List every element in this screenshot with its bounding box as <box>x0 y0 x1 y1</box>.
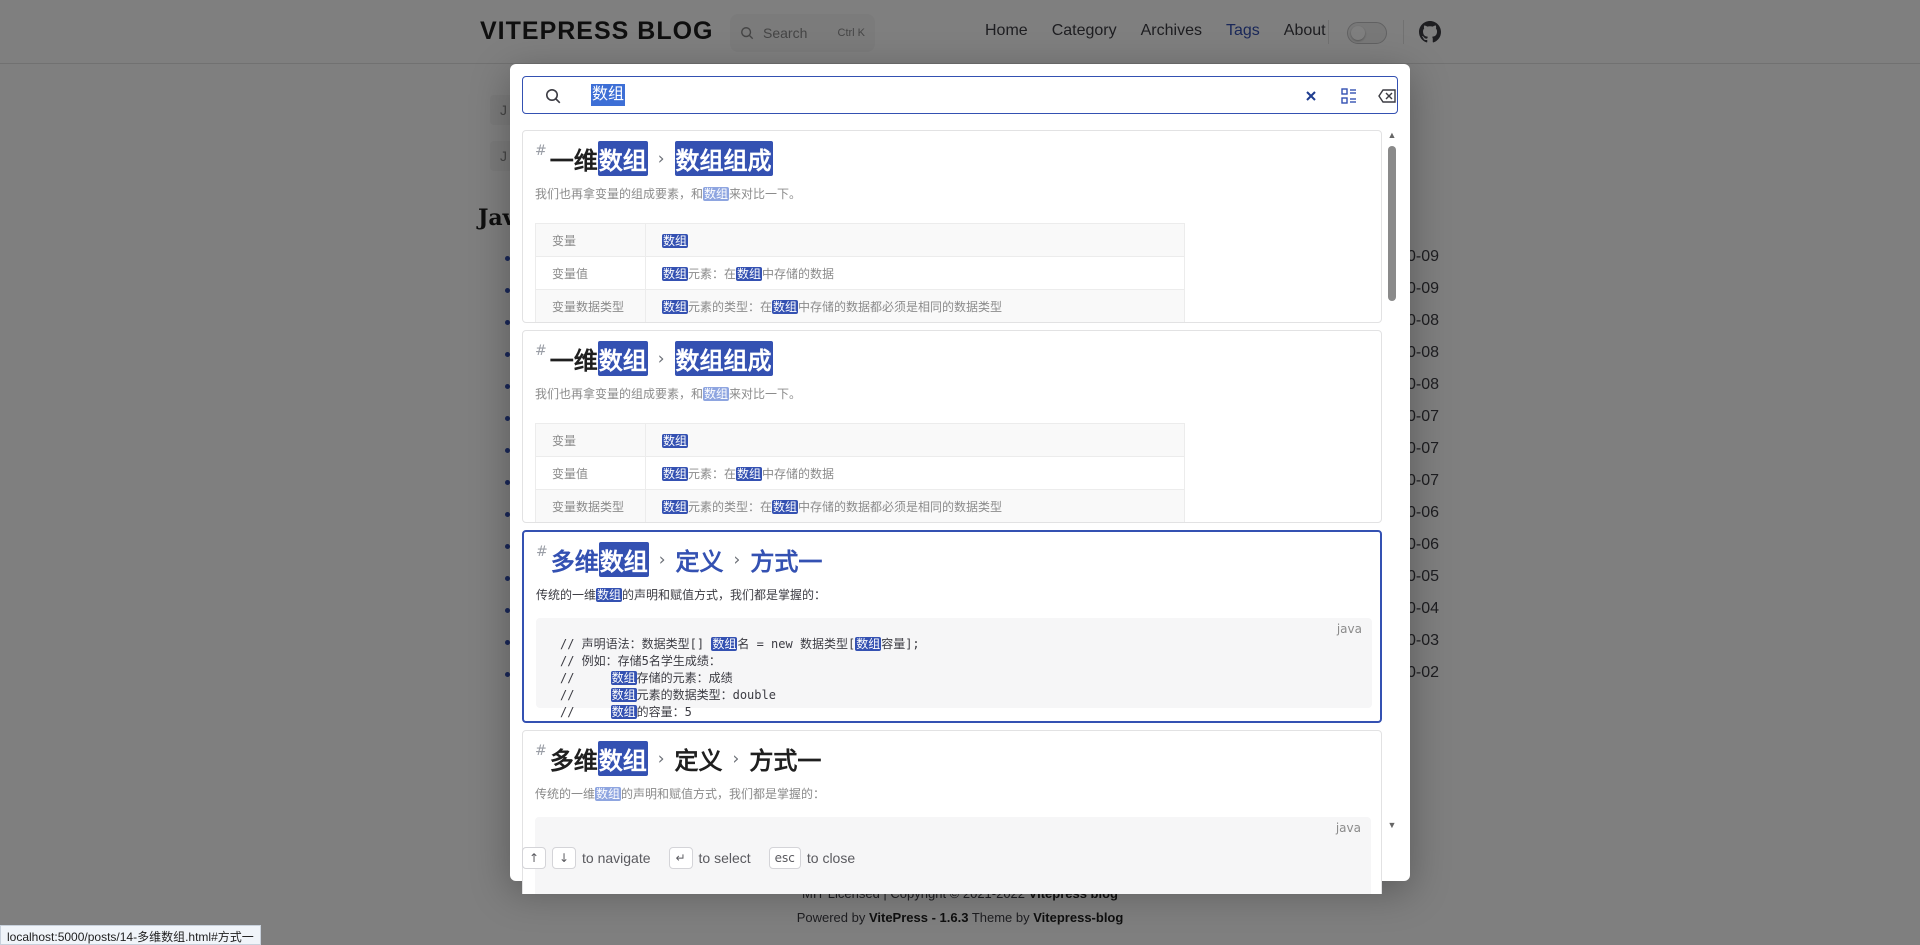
scroll-up-icon[interactable]: ▲ <box>1387 130 1397 140</box>
search-icon <box>546 89 561 104</box>
search-result[interactable]: # 一维 数组 › 数组组成 我们也再拿变量的组成要素，和数组来对比一下。 变量数… <box>522 330 1382 523</box>
search-results: # 一维 数组 › 数组组成 我们也再拿变量的组成要素，和数组来对比一下。 变量数… <box>522 130 1382 894</box>
result-table: 变量 数组 变量值 数组元素：在数组中存储的数据 变量数据类型 数组元素的类型：在数组… <box>535 423 1185 522</box>
arrow-down-key: ↓ <box>552 847 576 869</box>
result-title: # 一维 数组 › 数组组成 <box>535 341 773 376</box>
result-excerpt: 传统的一维数组的声明和赋值方式，我们都是掌握的： <box>536 588 827 602</box>
arrow-up-key: ↑ <box>522 847 546 869</box>
result-excerpt: 我们也再拿变量的组成要素，和数组来对比一下。 <box>535 187 802 201</box>
code-lines: // 声明语法：数据类型[] 数组名 = new 数据类型[数组容量];// 例… <box>560 637 920 719</box>
enter-key: ↵ <box>668 847 693 869</box>
chevron-right-icon: › <box>658 549 666 570</box>
clear-icon[interactable] <box>1301 86 1321 106</box>
keyboard-hints: ↑ ↓ to navigate ↵ to select esc to close <box>522 846 873 870</box>
chevron-right-icon: › <box>657 148 665 169</box>
search-bar: 数组 <box>522 76 1398 114</box>
scroll-down-icon[interactable]: ▼ <box>1387 820 1397 830</box>
result-title: # 多维 数组 › 定义 › 方式一 <box>536 542 823 577</box>
scroll-thumb[interactable] <box>1388 146 1396 301</box>
detailed-list-icon[interactable] <box>1339 86 1359 106</box>
code-lang: java <box>1335 821 1361 835</box>
result-excerpt: 传统的一维数组的声明和赋值方式，我们都是掌握的： <box>535 787 826 801</box>
code-lang: java <box>1336 622 1362 636</box>
results-scrollbar[interactable]: ▲ ▼ <box>1386 130 1398 832</box>
chevron-right-icon: › <box>732 748 740 769</box>
chevron-right-icon: › <box>657 748 665 769</box>
backspace-icon[interactable] <box>1377 86 1397 106</box>
code-block: java // 声明语法：数据类型[] 数组名 = new 数据类型[数组容量]… <box>536 618 1372 719</box>
chevron-right-icon: › <box>657 348 665 369</box>
search-modal: 数组 # 一维 数组 › 数组组成 我们也再拿变量的组成要素，和数组来对比一下。 … <box>510 64 1410 894</box>
result-title: # 一维 数组 › 数组组成 <box>535 141 773 176</box>
result-title: # 多维 数组 › 定义 › 方式一 <box>535 741 822 776</box>
result-table: 变量 数组 变量值 数组元素：在数组中存储的数据 变量数据类型 数组元素的类型：在数组… <box>535 223 1185 322</box>
esc-key: esc <box>768 847 801 869</box>
search-result-selected[interactable]: # 多维 数组 › 定义 › 方式一 传统的一维数组的声明和赋值方式，我们都是掌握… <box>522 530 1382 723</box>
chevron-right-icon: › <box>733 549 741 570</box>
status-bar-url: localhost:5000/posts/14-多维数组.html#方式一 <box>0 925 261 945</box>
search-result[interactable]: # 一维 数组 › 数组组成 我们也再拿变量的组成要素，和数组来对比一下。 变量数… <box>522 130 1382 323</box>
result-excerpt: 我们也再拿变量的组成要素，和数组来对比一下。 <box>535 387 802 401</box>
search-input[interactable]: 数组 <box>591 84 626 106</box>
